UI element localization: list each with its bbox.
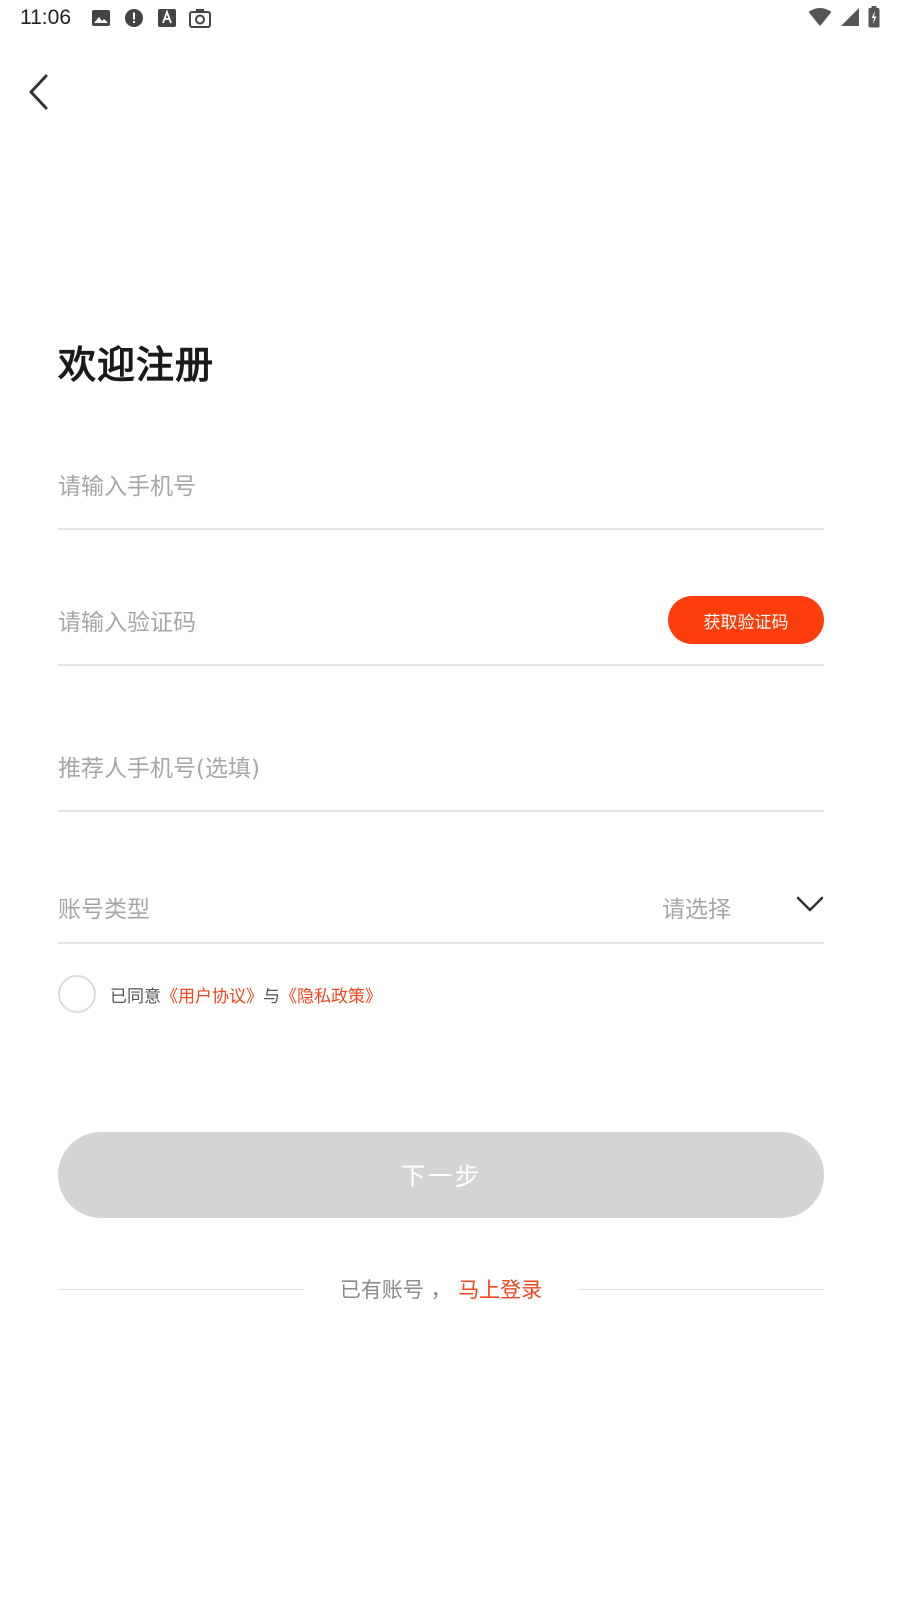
verification-code-input[interactable]	[58, 606, 618, 640]
signal-icon	[840, 7, 860, 31]
back-button[interactable]	[18, 70, 58, 114]
phone-field-row	[58, 448, 824, 530]
alert-icon	[123, 7, 145, 29]
status-bar: 11:06	[0, 0, 900, 40]
agree-checkbox[interactable]	[58, 975, 96, 1013]
login-prompt-text: 已有账号 ，	[339, 1278, 452, 1302]
page-title: 欢迎注册	[58, 343, 215, 387]
font-icon	[156, 7, 178, 29]
register-screen: 11:06 欢迎注册 请输入手机号 请输入验证码 获取验证码 推荐人手机号(选填…	[0, 0, 900, 1600]
account-type-value: 请选择	[662, 897, 731, 923]
account-type-select[interactable]: 请选择	[654, 880, 824, 930]
user-agreement-link[interactable]: 《用户协议》	[161, 982, 263, 1007]
battery-icon	[868, 6, 880, 32]
next-button[interactable]: 下一步	[58, 1132, 824, 1218]
wifi-icon	[808, 7, 832, 31]
phone-input[interactable]	[58, 470, 658, 504]
agreement-prefix: 已同意	[110, 986, 161, 1007]
referrer-phone-input[interactable]	[58, 752, 698, 786]
account-type-row: 账号类型 请选择	[58, 870, 824, 944]
account-type-label: 账号类型	[58, 897, 150, 923]
system-icons	[808, 6, 880, 32]
login-prompt: 已有账号 ， 马上登录	[304, 1274, 578, 1304]
divider-right	[578, 1289, 824, 1290]
referrer-field-row	[58, 730, 824, 812]
image-icon	[90, 7, 112, 29]
privacy-policy-link[interactable]: 《隐私政策》	[280, 982, 382, 1007]
login-link[interactable]: 马上登录	[458, 1278, 542, 1302]
chevron-left-icon	[29, 74, 48, 110]
agreement-row: 已同意 《用户协议》 与 《隐私政策》	[58, 972, 382, 1016]
code-field-row: 获取验证码	[58, 584, 824, 666]
agreement-conjunction: 与	[263, 986, 280, 1007]
camera-icon	[189, 7, 211, 29]
get-code-button[interactable]: 获取验证码	[668, 596, 824, 644]
status-time: 11:06	[20, 6, 71, 29]
notification-icons	[90, 7, 211, 29]
divider-left	[58, 1289, 304, 1290]
chevron-down-icon	[796, 896, 824, 912]
